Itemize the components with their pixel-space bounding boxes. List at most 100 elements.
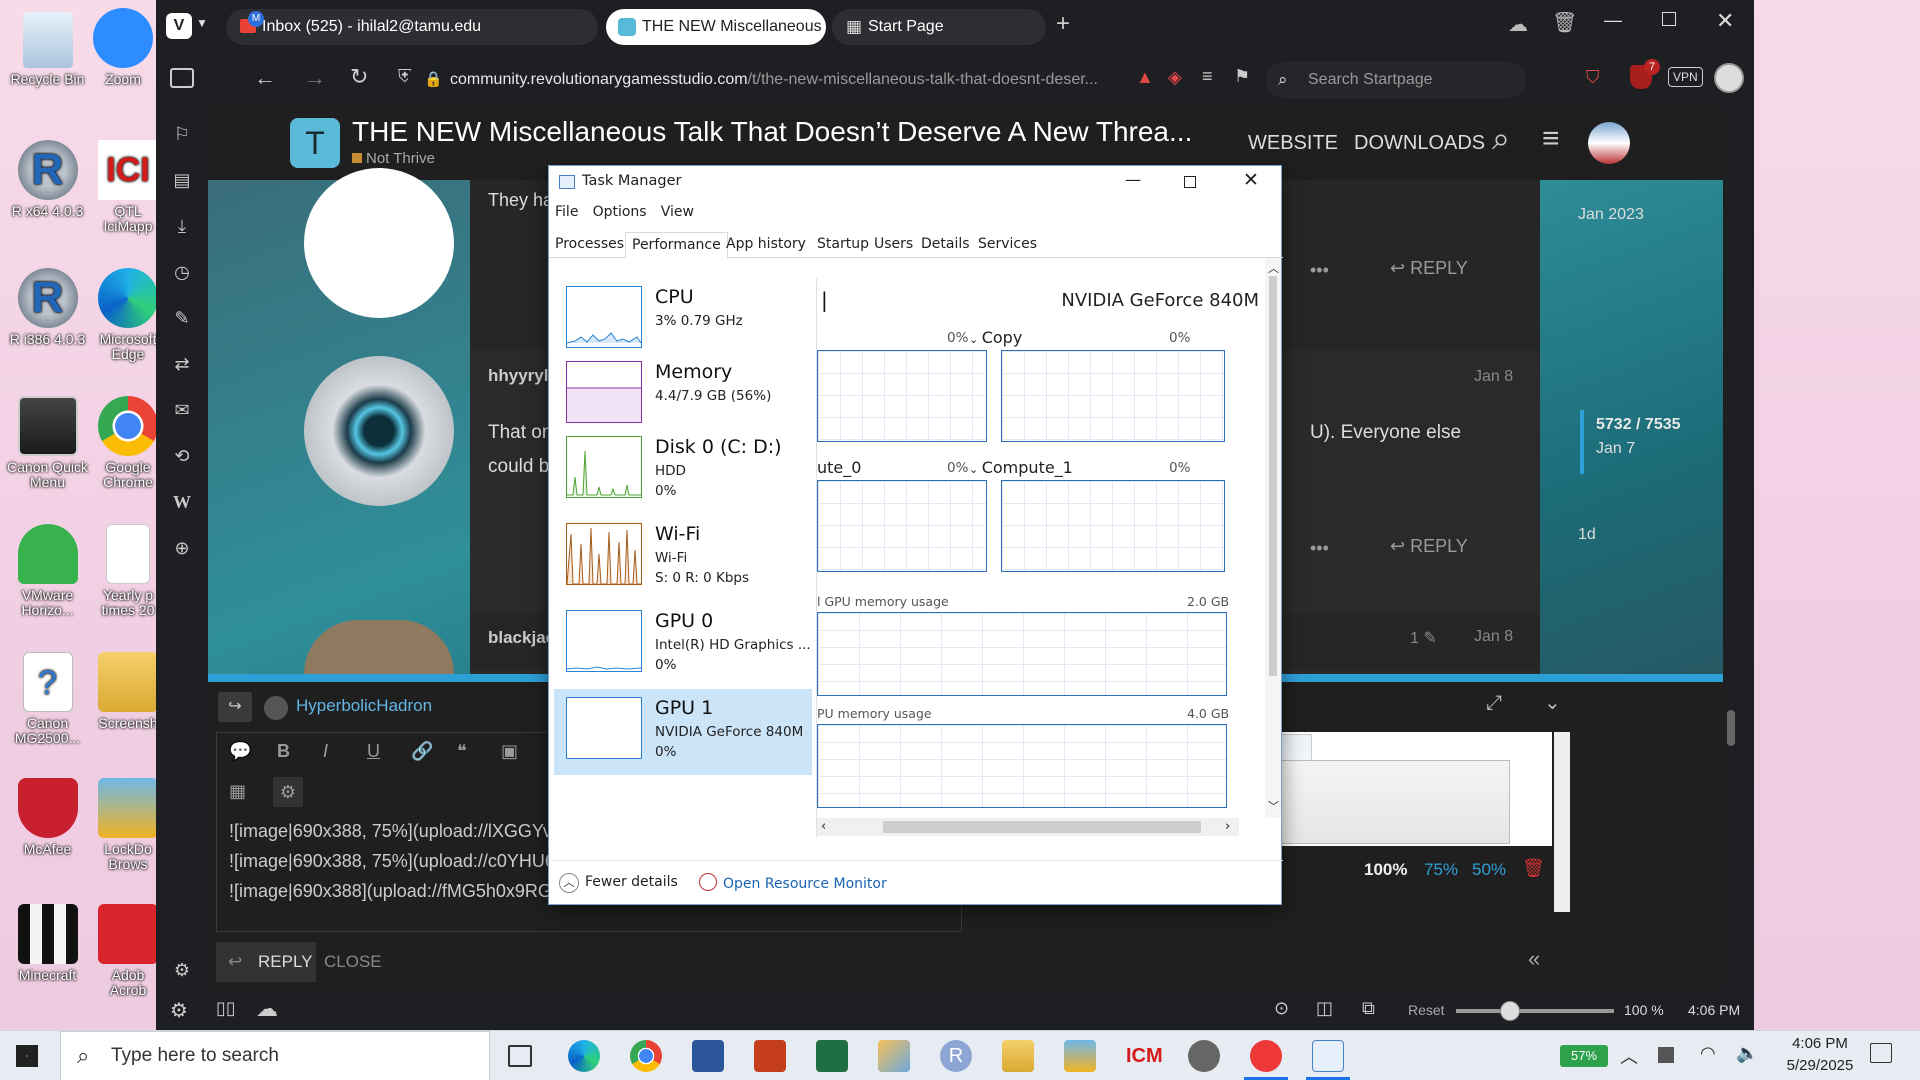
thrive-logo[interactable]: T [290, 118, 340, 168]
clock-time[interactable]: 4:06 PM [1780, 1035, 1860, 1052]
clock-date[interactable]: 5/29/2025 [1772, 1057, 1868, 1074]
zoom-shortcut[interactable]: Zoom [90, 8, 156, 87]
horizontal-scroll-thumb[interactable] [883, 821, 1201, 833]
link-icon[interactable]: 🔗 [411, 741, 433, 762]
panel-toggle-icon[interactable] [170, 68, 194, 88]
image-scale-75[interactable]: 75% [1424, 860, 1458, 880]
open-resource-monitor-link[interactable]: Open Resource Monitor [699, 873, 887, 892]
hamburger-menu-icon[interactable]: ≡ [1542, 122, 1560, 156]
mail-icon[interactable]: ✉ [170, 398, 194, 422]
post-date[interactable]: Jan 8 [1474, 628, 1513, 646]
profile-avatar[interactable] [1714, 63, 1744, 93]
reply-post-button[interactable]: ↩ REPLY [1390, 258, 1468, 279]
image-scale-50[interactable]: 50% [1472, 860, 1506, 880]
cloud-sync-icon[interactable]: ☁ [1508, 12, 1528, 37]
minimize-button[interactable]: — [1604, 10, 1622, 31]
tab-services[interactable]: Services [972, 232, 1043, 258]
italic-icon[interactable]: I [323, 741, 328, 762]
reader-view-icon[interactable]: ≡ [1202, 66, 1213, 87]
quote-icon[interactable]: ❝ [457, 741, 467, 762]
resource-memory[interactable]: Memory 4.4/7.9 GB (56%) [554, 353, 812, 439]
downloads-icon[interactable]: ⤓ [170, 214, 194, 238]
task-manager-taskbar-icon[interactable] [1312, 1040, 1344, 1072]
timeline-start-date[interactable]: Jan 2023 [1578, 206, 1644, 224]
collapse-composer-icon[interactable]: ⌄ [1544, 690, 1561, 715]
reading-list-icon[interactable]: ▤ [170, 168, 194, 192]
menu-view[interactable]: View [661, 204, 694, 220]
lockdown-taskbar-icon[interactable] [1064, 1040, 1096, 1072]
image-scale-100[interactable]: 100% [1364, 860, 1407, 880]
tile-panel-icon[interactable]: ▯▯ [216, 998, 236, 1019]
r-i386-shortcut[interactable]: R R i386 4.0.3 [0, 268, 95, 347]
menu-file[interactable]: File [555, 204, 578, 220]
extension-alert-icon[interactable]: ▲ [1136, 67, 1154, 88]
task-manager-titlebar[interactable]: Task Manager — ✕ [549, 166, 1283, 198]
hide-preview-icon[interactable]: « [1528, 946, 1540, 972]
tab-details[interactable]: Details [915, 232, 976, 258]
tray-app-icon[interactable] [1658, 1047, 1674, 1063]
post-date[interactable]: Jan 8 [1474, 368, 1513, 386]
tab-thrive-forum[interactable]: THE NEW Miscellaneous Talk [606, 9, 826, 45]
menu-options[interactable]: Options [593, 204, 647, 220]
tab-startup[interactable]: Startup [811, 232, 875, 258]
vpn-button[interactable]: VPN [1668, 67, 1703, 87]
speech-bubble-icon[interactable]: 💬 [229, 741, 251, 762]
scroll-left-icon[interactable]: ‹ [821, 819, 826, 834]
reply-action-icon[interactable]: ↪ [218, 692, 252, 722]
r-x64-shortcut[interactable]: R R x64 4.0.3 [0, 140, 95, 219]
timeline-scroll-bar[interactable] [1580, 410, 1584, 474]
resource-gpu0[interactable]: GPU 0 Intel(R) HD Graphics ... 0% [554, 602, 812, 688]
battery-indicator[interactable]: 57% [1560, 1045, 1608, 1067]
fewer-details-button[interactable]: ︿ Fewer details [559, 873, 678, 893]
qtl-icimapping-shortcut[interactable]: ICI QTL IciMapp [98, 140, 158, 234]
timeline-end[interactable]: 1d [1578, 526, 1596, 544]
category-badge[interactable]: Not Thrive [352, 150, 435, 167]
minimize-button[interactable]: — [1125, 170, 1141, 189]
notification-icon[interactable] [1870, 1043, 1892, 1063]
edge-shortcut[interactable]: Microsoft Edge [98, 268, 158, 362]
engine-graph-label[interactable]: ⌄ Copy [969, 328, 1022, 347]
back-icon[interactable]: ← [254, 65, 276, 91]
resource-cpu[interactable]: CPU 3% 0.79 GHz [554, 278, 812, 364]
bookmarks-icon[interactable]: ⚐ [170, 122, 194, 146]
chevron-down-icon[interactable]: ▼ [196, 16, 208, 30]
tab-processes[interactable]: Processes [549, 232, 630, 258]
screenshots-folder-shortcut[interactable]: Screensh [98, 652, 158, 731]
horizontal-scrollbar[interactable]: ‹ › [817, 818, 1239, 836]
scroll-right-icon[interactable]: › [1225, 819, 1230, 834]
chrome-taskbar-icon[interactable] [630, 1040, 662, 1072]
task-view-icon[interactable] [508, 1045, 532, 1067]
recycle-bin-shortcut[interactable]: Recycle Bin [0, 12, 95, 87]
image-upload-icon[interactable]: ▣ [501, 741, 518, 762]
composer-username[interactable]: HyperbolicHadron [296, 696, 432, 716]
search-startpage-input[interactable]: ⌕ Search Startpage [1266, 61, 1526, 99]
close-window-button[interactable]: ✕ [1716, 8, 1734, 34]
nav-downloads[interactable]: DOWNLOADS [1354, 132, 1485, 155]
capture-icon[interactable]: ⊙ [1274, 998, 1289, 1019]
nav-website[interactable]: WEBSITE [1248, 132, 1338, 155]
chrome-shortcut[interactable]: Google Chrome [98, 396, 158, 490]
mcafee-shortcut[interactable]: McAfee [0, 778, 95, 857]
generic-app-taskbar-icon[interactable] [1188, 1040, 1220, 1072]
delete-image-icon[interactable]: 🗑 [1522, 858, 1545, 879]
composer-text-line[interactable]: ![image|690x388, 75%](upload://lXGGYvH7 [229, 821, 575, 842]
wifi-tray-icon[interactable]: ◠ [1700, 1043, 1716, 1064]
composer-text-line[interactable]: ![image|690x388, 75%](upload://c0YHU6Ib [229, 851, 570, 872]
page-scrollbar[interactable] [1723, 106, 1739, 990]
edit-count[interactable]: 1 ✎ [1410, 628, 1437, 648]
tab-users[interactable]: Users [868, 232, 919, 258]
more-icon[interactable]: ••• [1310, 260, 1329, 281]
reply-submit-button[interactable]: ↩ REPLY [216, 942, 316, 982]
reload-icon[interactable]: ↻ [350, 64, 368, 90]
sync-icon[interactable]: ⟲ [170, 444, 194, 468]
adobe-acrobat-shortcut[interactable]: Adob Acrob [98, 904, 158, 998]
zoom-reset-button[interactable]: Reset [1408, 1002, 1445, 1018]
tile-tabs-icon[interactable]: ◫ [1316, 998, 1333, 1019]
cloud-icon[interactable]: ☁ [256, 996, 278, 1022]
show-hidden-icons-icon[interactable]: ︿ [1620, 1043, 1638, 1069]
zoom-slider-thumb[interactable] [1500, 1001, 1521, 1021]
history-icon[interactable]: ◷ [170, 260, 194, 284]
scroll-up-icon[interactable]: ︿ [1268, 260, 1279, 276]
vivaldi-taskbar-icon[interactable] [1250, 1040, 1282, 1072]
canon-mg2500-shortcut[interactable]: ? Canon MG2500... [0, 652, 95, 746]
